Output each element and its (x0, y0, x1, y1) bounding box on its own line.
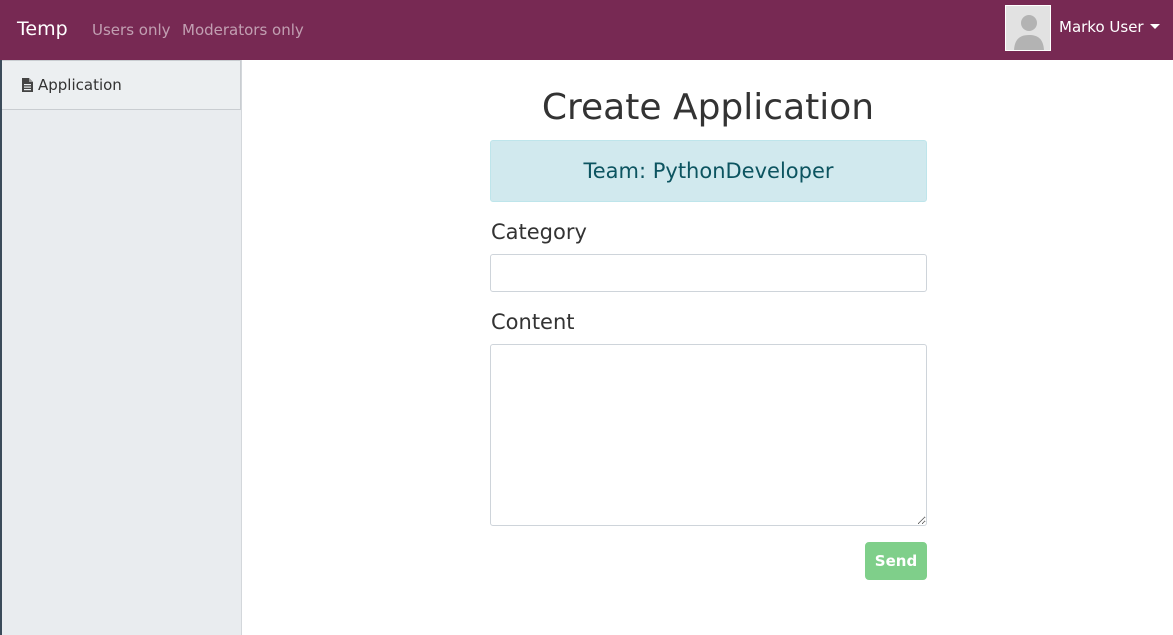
sidebar: Application (0, 60, 242, 635)
avatar[interactable] (1005, 5, 1051, 51)
user-name: Marko User (1059, 18, 1144, 36)
user-menu-toggle[interactable]: Marko User (1059, 17, 1160, 37)
category-input[interactable] (490, 254, 927, 292)
team-info-alert: Team: PythonDeveloper (490, 140, 927, 202)
sidebar-item-application[interactable]: Application (2, 60, 241, 110)
top-navbar: Temp Users only Moderators only Marko Us… (0, 0, 1173, 60)
nav-link-users-only[interactable]: Users only (92, 20, 171, 40)
team-alert-text: Team: PythonDeveloper (583, 159, 834, 183)
brand-link[interactable]: Temp (17, 17, 68, 41)
page-title: Create Application (541, 87, 875, 128)
sidebar-item-label: Application (38, 76, 122, 94)
send-button[interactable]: Send (865, 542, 927, 580)
content-textarea[interactable] (490, 344, 927, 526)
file-text-icon (22, 78, 33, 92)
content-label: Content (491, 310, 575, 334)
chevron-down-icon (1149, 23, 1160, 29)
nav-link-moderators-only[interactable]: Moderators only (182, 20, 304, 40)
default-avatar-icon (1006, 6, 1050, 50)
category-label: Category (491, 220, 587, 244)
main-content: Create Application Team: PythonDeveloper… (243, 60, 1173, 635)
